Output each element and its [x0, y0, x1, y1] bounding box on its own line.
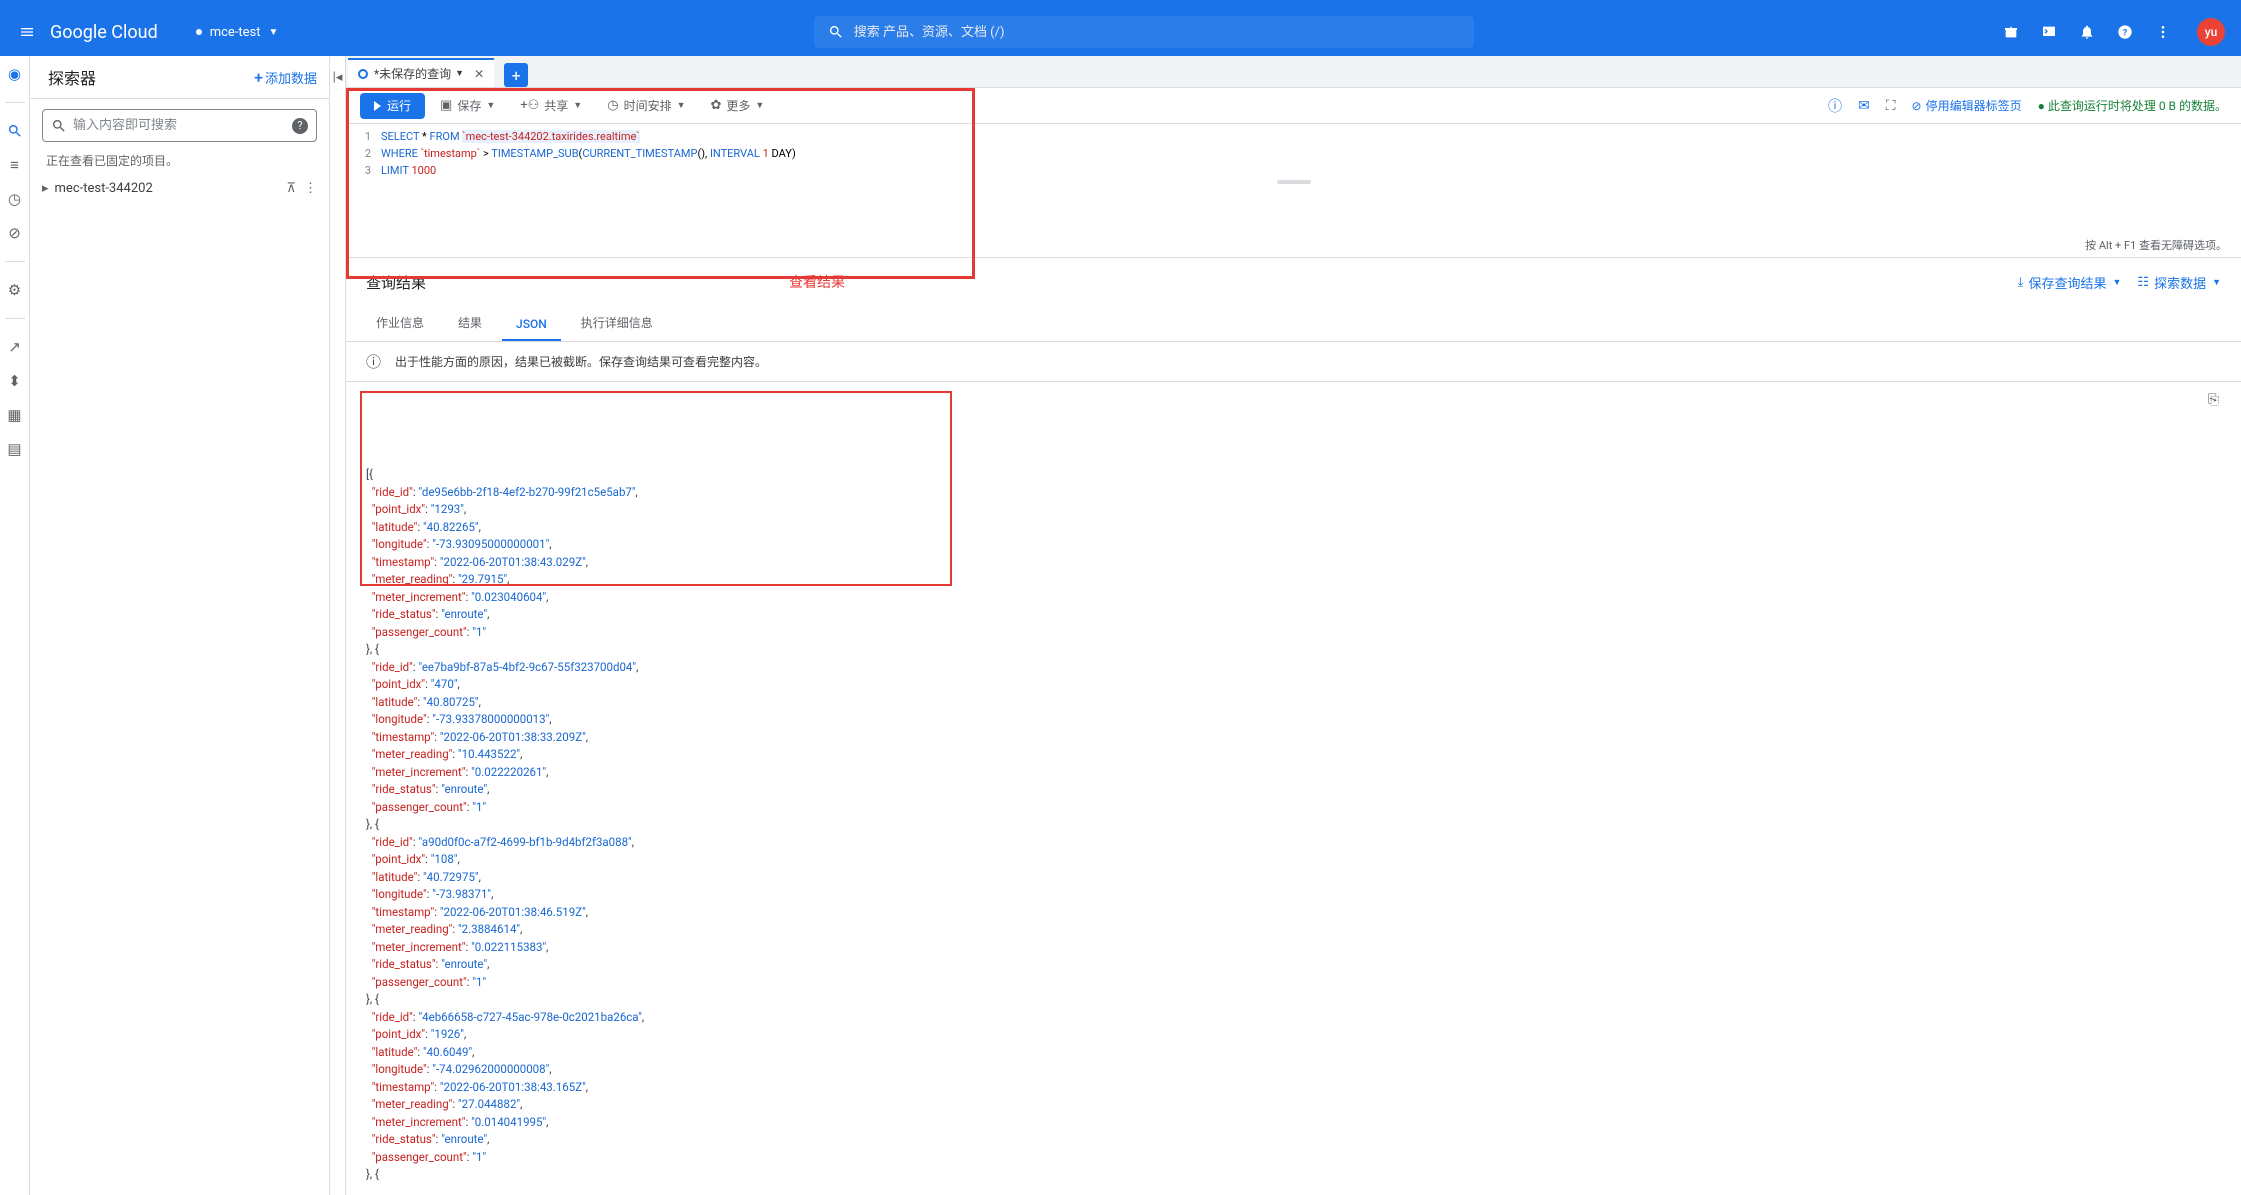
tab-results[interactable]: 结果 — [444, 306, 496, 341]
rail-item3-icon[interactable]: ⚙ — [5, 280, 25, 300]
search-help-icon[interactable]: ? — [292, 118, 308, 134]
new-tab-button[interactable]: + — [504, 63, 528, 87]
search-icon — [828, 24, 844, 40]
hamburger-icon[interactable] — [10, 24, 44, 40]
schedule-button[interactable]: ◷时间安排▼ — [597, 93, 695, 119]
msg-icon[interactable]: ✉ — [1858, 98, 1870, 114]
rail-item5-icon[interactable]: ⬍ — [5, 371, 25, 391]
json-results[interactable]: ⎘ [{ "ride_id": "de95e6bb-2f18-4ef2-b270… — [346, 382, 2241, 1195]
bell-icon[interactable] — [2075, 20, 2099, 44]
help-icon[interactable]: ? — [2113, 20, 2137, 44]
explorer-note: 正在查看已固定的项目。 — [30, 152, 329, 177]
rail-history-icon[interactable]: ◷ — [5, 189, 25, 209]
expand-icon[interactable]: ▸ — [42, 181, 49, 196]
rail-sql-icon[interactable] — [5, 121, 25, 141]
editor-tab[interactable]: *未保存的查询▼ ✕ — [348, 58, 494, 87]
info-text: 出于性能方面的原因，结果已被截断。保存查询结果可查看完整内容。 — [395, 353, 767, 370]
console-icon[interactable] — [2037, 20, 2061, 44]
add-data-button[interactable]: +添加数据 — [254, 68, 317, 87]
save-results-button[interactable]: ⤓保存查询结果▼ — [2018, 273, 2122, 292]
resize-handle[interactable] — [1277, 180, 1311, 184]
query-icon — [358, 69, 368, 79]
disable-editor-tab-button[interactable]: ⊘停用编辑器标签页 — [1912, 97, 2022, 114]
query-status: ● 此查询运行时将处理 0 B 的数据。 — [2038, 97, 2227, 114]
item-more-icon[interactable]: ⋮ — [304, 181, 317, 196]
search-input[interactable] — [814, 16, 1474, 48]
info-icon: ⓘ — [366, 351, 381, 372]
rail-item4-icon[interactable]: ↗ — [5, 337, 25, 357]
clock-icon: ◷ — [607, 98, 618, 113]
more-button[interactable]: ✿更多▼ — [701, 93, 775, 119]
play-icon — [374, 101, 381, 111]
copy-icon[interactable]: ⎘ — [2208, 392, 2219, 410]
run-button[interactable]: 运行 — [360, 93, 425, 119]
save-button[interactable]: ▣保存▼ — [430, 93, 505, 119]
explorer-title: 探索器 — [48, 65, 96, 89]
a11y-hint: 按 Alt + F1 查看无障碍选项。 — [2085, 237, 2227, 253]
collapse-explorer-button[interactable]: |◂ — [330, 56, 346, 1195]
gift-icon[interactable] — [1999, 20, 2023, 44]
pin-icon[interactable]: ⊼ — [286, 181, 296, 196]
annotation-label: 查看结果 — [789, 272, 845, 292]
rail-item7-icon[interactable]: ▤ — [5, 439, 25, 459]
results-title: 查询结果 — [366, 272, 426, 293]
project-selector[interactable]: mce-test▼ — [186, 16, 289, 48]
share-icon: +⚇ — [520, 98, 539, 113]
tab-execdetails[interactable]: 执行详细信息 — [567, 306, 667, 341]
close-tab-icon[interactable]: ✕ — [474, 67, 484, 81]
explore-data-button[interactable]: ☷探索数据▼ — [2137, 273, 2221, 292]
svg-text:?: ? — [2123, 27, 2128, 38]
search-icon — [51, 118, 67, 134]
gear-icon: ✿ — [711, 98, 722, 113]
sql-editor[interactable]: 1SELECT * FROM `mec-test-344202.taxiride… — [346, 124, 2241, 183]
tab-jobinfo[interactable]: 作业信息 — [362, 306, 438, 341]
project-item[interactable]: ▸ mec-test-344202 ⊼ ⋮ — [30, 177, 329, 200]
more-icon[interactable] — [2151, 20, 2175, 44]
share-button[interactable]: +⚇共享▼ — [510, 93, 592, 119]
save-icon: ▣ — [440, 98, 452, 113]
explorer-search-input[interactable] — [73, 118, 292, 133]
info-icon[interactable]: ⓘ — [1828, 96, 1842, 116]
rail-item2-icon[interactable]: ⊘ — [5, 223, 25, 243]
rail-item-icon[interactable]: ≡ — [5, 155, 25, 175]
rail-item6-icon[interactable]: ▦ — [5, 405, 25, 425]
logo: Google Cloud — [50, 22, 158, 43]
fullscreen-icon[interactable]: ⛶ — [1886, 98, 1896, 114]
tab-json[interactable]: JSON — [502, 309, 561, 341]
rail-workspace-icon[interactable]: ◉ — [5, 64, 25, 84]
avatar[interactable]: yu — [2197, 18, 2225, 46]
